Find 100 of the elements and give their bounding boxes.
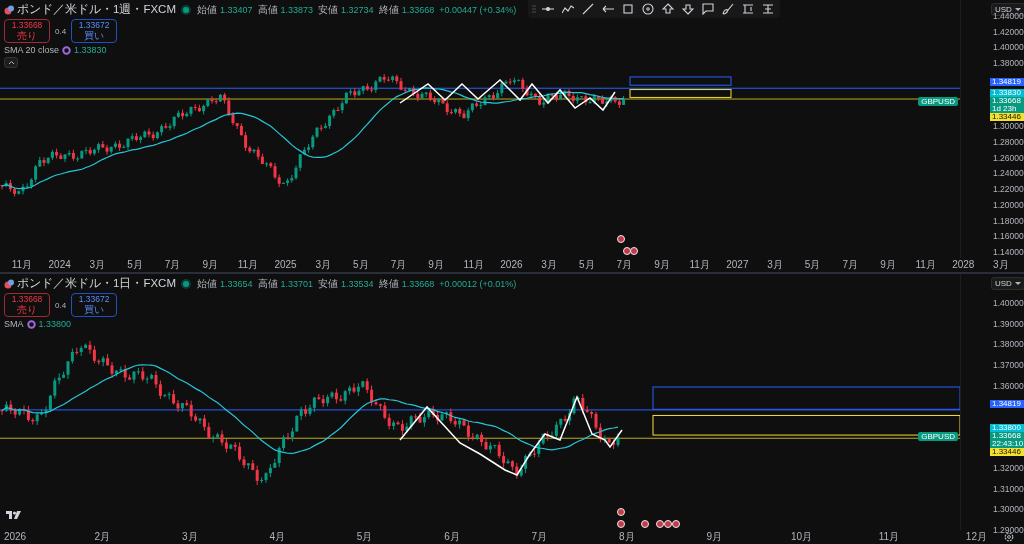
price-tick: 1.38000 xyxy=(993,340,1024,349)
time-label: 5月 xyxy=(353,259,369,271)
sell-button[interactable]: 1.33668 売り xyxy=(4,293,50,318)
spread-value: 0.4 xyxy=(55,300,67,310)
spread-value: 0.4 xyxy=(55,26,67,36)
ohlc-value: 1.33873 xyxy=(280,4,314,15)
countdown-label: 1d 23h xyxy=(992,105,1018,113)
currency-dropdown[interactable]: USD xyxy=(991,277,1024,290)
indicator-value: 1.33830 xyxy=(74,45,107,56)
price-tick: 1.31000 xyxy=(993,484,1024,494)
price-value: 1.33830 xyxy=(992,89,1022,97)
ohlc-value: 1.33668 xyxy=(401,4,435,15)
price-value: 1.33668 xyxy=(992,97,1022,105)
time-label: 10月 xyxy=(791,531,813,543)
time-label: 3月 xyxy=(182,531,198,543)
indicator-value: 1.33800 xyxy=(38,319,72,330)
price-tick: 1.40000 xyxy=(993,299,1024,308)
time-label: 3月 xyxy=(89,259,106,271)
price-tick: 1.28000 xyxy=(993,137,1024,147)
time-label: 3月 xyxy=(541,259,557,271)
time-label: 2028 xyxy=(952,259,975,271)
price-tick: 1.16000 xyxy=(993,232,1024,241)
time-label: 7月 xyxy=(390,259,407,271)
time-label: 9月 xyxy=(202,259,219,271)
ohlc-label: 始値 xyxy=(197,276,217,291)
price-tick: 1.37000 xyxy=(993,360,1024,370)
price-tick: 1.29000 xyxy=(993,526,1024,535)
time-label: 2024 xyxy=(48,259,71,271)
ohlc-label: 終値 xyxy=(378,2,399,17)
price-value: 1.34819 xyxy=(992,78,1022,87)
time-label: 11月 xyxy=(878,531,900,543)
price-value: 1.33446 xyxy=(992,447,1022,456)
price-value: 1.34819 xyxy=(992,399,1022,408)
buy-button[interactable]: 1.33672 買い xyxy=(71,19,118,44)
price-value: 1.33668 xyxy=(992,431,1022,440)
symbol-tag: GBPUSD xyxy=(918,97,958,106)
price-tick: 1.22000 xyxy=(993,185,1024,194)
price-tick: 1.14000 xyxy=(993,248,1024,257)
time-label: 2月 xyxy=(94,531,111,543)
time-label: 8月 xyxy=(619,531,635,543)
ohlc-label: 安値 xyxy=(318,2,339,17)
time-label: 9月 xyxy=(428,259,444,271)
price-tick: 1.42000 xyxy=(993,27,1024,37)
ohlc-label: 終値 xyxy=(378,276,399,291)
price-tick: 1.20000 xyxy=(993,200,1024,210)
price-tick: 1.30000 xyxy=(993,505,1024,514)
ohlc-value: 1.33534 xyxy=(341,278,374,289)
time-label: 7月 xyxy=(616,259,633,271)
price-value: 1.33446 xyxy=(992,113,1022,121)
time-label: 7月 xyxy=(164,259,181,271)
ohlc-label: 始値 xyxy=(197,2,217,17)
time-label: 9月 xyxy=(706,531,722,543)
ohlc-label: 高値 xyxy=(257,2,278,17)
time-label: 2027 xyxy=(726,259,749,271)
time-label: 12月 xyxy=(965,531,987,543)
symbol-title[interactable]: ポンド／米ドル・1日・FXCM xyxy=(17,276,176,291)
time-label: 11月 xyxy=(11,259,33,271)
buy-button[interactable]: 1.33672 買い xyxy=(71,293,118,318)
time-label: 11月 xyxy=(689,259,710,271)
price-tick: 1.40000 xyxy=(993,43,1024,52)
ohlc-value: 1.32734 xyxy=(341,4,374,15)
countdown-label: 22:43:10 xyxy=(992,439,1024,448)
time-label: 3月 xyxy=(767,259,783,271)
price-change: +0.00447 (+0.34%) xyxy=(439,4,517,15)
ohlc-value: 1.33701 xyxy=(280,278,314,289)
symbol-tag: GBPUSD xyxy=(918,431,958,441)
price-tick: 1.26000 xyxy=(993,153,1024,163)
price-tick: 1.32000 xyxy=(993,464,1024,473)
time-label: 2025 xyxy=(274,259,297,271)
ohlc-value: 1.33668 xyxy=(401,278,435,289)
time-label: 5月 xyxy=(356,531,373,543)
indicator-name[interactable]: SMA xyxy=(4,319,24,330)
price-tick: 1.24000 xyxy=(993,169,1024,178)
time-label: 4月 xyxy=(269,531,285,543)
ohlc-label: 高値 xyxy=(257,276,278,291)
sell-button[interactable]: 1.33668 売り xyxy=(4,19,50,44)
symbol-title[interactable]: ポンド／米ドル・1週・FXCM xyxy=(17,2,176,17)
time-label: 11月 xyxy=(237,259,259,271)
time-label: 11月 xyxy=(915,259,936,271)
time-label: 2026 xyxy=(3,531,27,543)
time-label: 11月 xyxy=(463,259,484,271)
time-label: 9月 xyxy=(880,259,896,271)
time-label: 2026 xyxy=(500,259,523,271)
time-label: 7月 xyxy=(842,259,859,271)
price-change: +0.00012 (+0.01%) xyxy=(439,278,517,289)
time-label: 9月 xyxy=(654,259,670,271)
ohlc-label: 安値 xyxy=(318,276,339,291)
price-tick: 1.36000 xyxy=(993,381,1024,391)
price-tick: 1.38000 xyxy=(993,59,1024,68)
time-label: 5月 xyxy=(127,259,143,271)
time-label: 5月 xyxy=(804,259,821,271)
time-label: 7月 xyxy=(531,531,548,543)
time-label: 6月 xyxy=(444,531,460,543)
indicator-name[interactable]: SMA 20 close xyxy=(4,45,60,56)
price-tick: 1.18000 xyxy=(993,216,1024,226)
time-label: 3月 xyxy=(315,259,331,271)
time-label: 3月 xyxy=(993,259,1009,271)
price-tick: 1.39000 xyxy=(993,319,1024,329)
time-label: 5月 xyxy=(578,259,595,271)
ohlc-value: 1.33654 xyxy=(220,278,253,289)
